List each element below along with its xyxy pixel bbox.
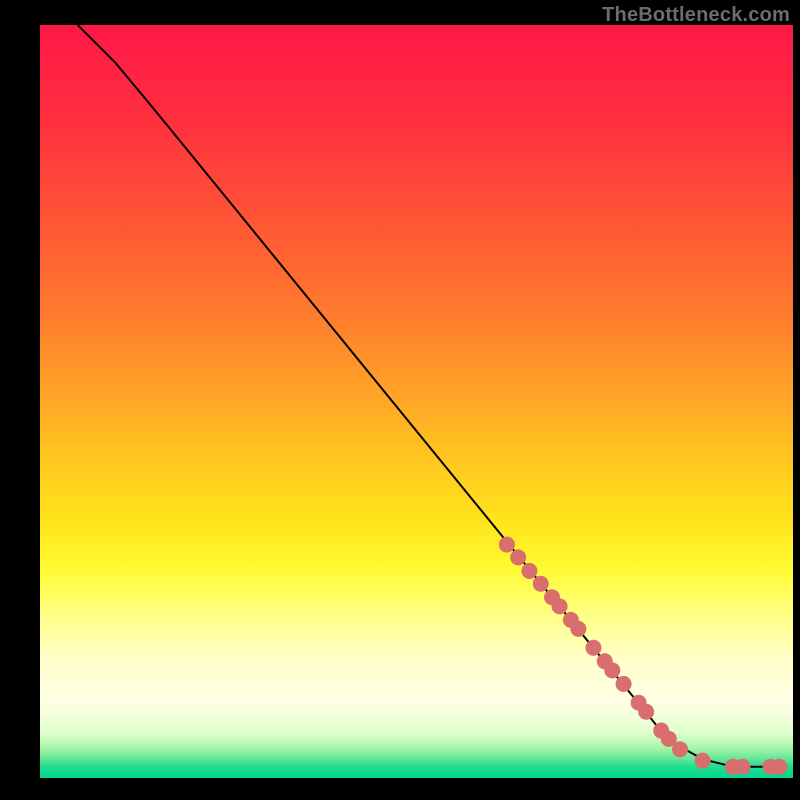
data-marker: [638, 704, 654, 720]
data-marker: [585, 640, 601, 656]
data-marker: [735, 759, 751, 775]
chart-container: TheBottleneck.com: [0, 0, 800, 800]
data-marker: [695, 753, 711, 769]
data-marker: [570, 621, 586, 637]
data-marker: [616, 676, 632, 692]
plot-background: [40, 25, 793, 778]
data-marker: [604, 662, 620, 678]
data-marker: [521, 563, 537, 579]
data-marker: [552, 598, 568, 614]
chart-svg: [0, 0, 800, 800]
data-marker: [499, 537, 515, 553]
data-marker: [771, 759, 787, 775]
data-marker: [533, 576, 549, 592]
watermark-text: TheBottleneck.com: [602, 4, 790, 27]
data-marker: [672, 741, 688, 757]
data-marker: [510, 549, 526, 565]
